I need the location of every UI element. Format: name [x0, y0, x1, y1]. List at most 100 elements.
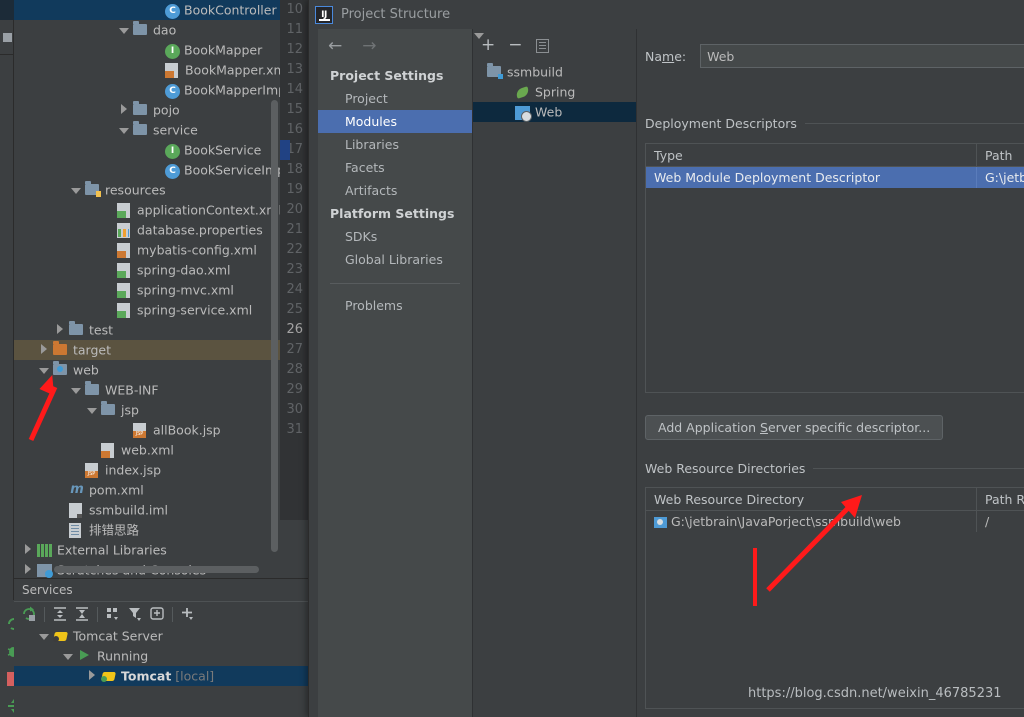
filter-icon[interactable]: [124, 604, 146, 624]
settings-nav-panel[interactable]: ← → Project Settings Project Modules Librar…: [318, 29, 473, 717]
expand-arrow-icon[interactable]: [86, 404, 97, 415]
expand-all-icon[interactable]: [49, 604, 71, 624]
collapse-arrow-icon[interactable]: [38, 344, 49, 355]
modules-toolbar[interactable]: + −: [473, 29, 636, 62]
expand-arrow-icon[interactable]: [62, 650, 73, 661]
project-tree-item[interactable]: mybatis-config.xml: [14, 240, 280, 260]
nav-history-buttons[interactable]: ← →: [318, 29, 472, 64]
project-tree-item[interactable]: spring-mvc.xml: [14, 280, 280, 300]
expand-arrow-icon[interactable]: [38, 630, 49, 641]
project-tree-item[interactable]: WEB-INF: [14, 380, 280, 400]
nav-item-project[interactable]: Project: [318, 87, 472, 110]
module-detail-panel: Name: Deployment Descriptors Type Path W…: [637, 29, 1024, 717]
project-tree-horizontal-scrollbar[interactable]: [54, 566, 259, 573]
table-row[interactable]: G:\jetbrain\JavaPorject\ssmbuild\web /: [646, 511, 1024, 532]
services-tree[interactable]: Tomcat Server Running Tomcat [local]: [14, 626, 308, 686]
nav-group-title: Project Settings: [330, 68, 444, 83]
nav-item-artifacts[interactable]: Artifacts: [318, 179, 472, 202]
project-tree-item[interactable]: test: [14, 320, 280, 340]
column-header-web-resource-directory[interactable]: Web Resource Directory: [646, 488, 976, 510]
modules-tree[interactable]: ssmbuild Spring Web: [473, 62, 636, 122]
rerun-icon[interactable]: [18, 604, 40, 624]
services-tool-window[interactable]: Services Tomcat Server Running Tomcat [l…: [14, 578, 308, 717]
project-tree-item[interactable]: resources: [14, 180, 280, 200]
services-tree-item[interactable]: Running: [14, 646, 308, 666]
column-header-path-relative[interactable]: Path Re: [976, 488, 1024, 510]
project-tree-item[interactable]: service: [14, 120, 280, 140]
add-service-icon[interactable]: [177, 604, 199, 624]
column-header-type[interactable]: Type: [646, 144, 976, 166]
project-tree-item[interactable]: ssmbuild.iml: [14, 500, 280, 520]
nav-item-sdks[interactable]: SDKs: [318, 225, 472, 248]
project-tree-item[interactable]: C BookServiceImpl: [14, 160, 280, 180]
copy-module-icon[interactable]: [535, 38, 549, 53]
module-tree-item[interactable]: Spring: [473, 82, 636, 102]
forward-arrow-icon[interactable]: →: [362, 38, 376, 55]
show-in-new-tab-icon[interactable]: [146, 604, 168, 624]
module-tree-item[interactable]: ssmbuild: [473, 62, 636, 82]
line-number: 25: [286, 302, 303, 317]
project-tool-window[interactable]: C BookController dao I BookMapper BookMapper.…: [14, 0, 280, 578]
nav-item-global-libraries[interactable]: Global Libraries: [318, 248, 472, 271]
project-tree-item[interactable]: allBook.jsp: [14, 420, 280, 440]
project-tree-item[interactable]: database.properties: [14, 220, 280, 240]
project-tree[interactable]: C BookController dao I BookMapper BookMapper.…: [14, 0, 280, 578]
structure-tool-icon[interactable]: [3, 33, 12, 42]
services-tree-item[interactable]: Tomcat Server: [14, 626, 308, 646]
project-tree-item[interactable]: dao: [14, 20, 280, 40]
column-header-path[interactable]: Path: [976, 144, 1024, 166]
project-tree-item[interactable]: target: [14, 340, 280, 360]
services-tree-item[interactable]: Tomcat [local]: [14, 666, 308, 686]
back-arrow-icon[interactable]: ←: [328, 38, 342, 55]
project-tree-item[interactable]: 排错思路: [14, 520, 280, 540]
services-toolbar[interactable]: [14, 601, 308, 626]
nav-item-libraries[interactable]: Libraries: [318, 133, 472, 156]
group-by-icon[interactable]: [102, 604, 124, 624]
settings-nav-list[interactable]: Project Settings Project Modules Libraries F…: [318, 64, 472, 271]
collapse-arrow-icon[interactable]: [54, 324, 65, 335]
project-tree-item[interactable]: applicationContext.xml: [14, 200, 280, 220]
project-tree-item[interactable]: m pom.xml: [14, 480, 280, 500]
project-tree-item[interactable]: C BookController: [14, 0, 280, 20]
project-structure-dialog[interactable]: IJ Project Structure ← → Project Setting…: [308, 0, 1024, 717]
project-tool-window-button[interactable]: [0, 0, 14, 20]
expand-arrow-icon[interactable]: [118, 124, 129, 135]
remove-module-button[interactable]: −: [508, 37, 522, 54]
project-tree-item-label: BookMapperImpl: [184, 82, 280, 98]
expand-arrow-icon[interactable]: [118, 24, 129, 35]
collapse-arrow-icon[interactable]: [86, 670, 97, 681]
project-tree-item[interactable]: web.xml: [14, 440, 280, 460]
project-tree-item[interactable]: External Libraries: [14, 540, 280, 560]
collapse-arrow-icon[interactable]: [22, 564, 33, 575]
project-tree-item[interactable]: spring-dao.xml: [14, 260, 280, 280]
expand-arrow-icon[interactable]: [70, 184, 81, 195]
nav-item-facets[interactable]: Facets: [318, 156, 472, 179]
deployment-descriptors-table[interactable]: Type Path Web Module Deployment Descript…: [645, 143, 1024, 393]
expand-arrow-icon[interactable]: [70, 384, 81, 395]
project-tree-item[interactable]: C BookMapperImpl: [14, 80, 280, 100]
module-tree-item[interactable]: Web: [473, 102, 636, 122]
project-tree-item[interactable]: spring-service.xml: [14, 300, 280, 320]
project-tree-item[interactable]: I BookMapper: [14, 40, 280, 60]
add-application-server-descriptor-button[interactable]: Add Application Server specific descript…: [645, 415, 944, 440]
project-tree-item[interactable]: I BookService: [14, 140, 280, 160]
add-module-button[interactable]: +: [481, 37, 495, 54]
project-tree-item[interactable]: pojo: [14, 100, 280, 120]
project-tree-item[interactable]: jsp: [14, 400, 280, 420]
expand-arrow-icon[interactable]: [38, 364, 49, 375]
collapse-arrow-icon[interactable]: [22, 544, 33, 555]
settings-nav-footer[interactable]: Problems: [318, 294, 472, 317]
project-tree-item[interactable]: index.jsp: [14, 460, 280, 480]
collapse-arrow-icon[interactable]: [118, 104, 129, 115]
add-descriptor-label: Add Application Server specific descript…: [658, 420, 931, 435]
project-tree-item[interactable]: BookMapper.xml: [14, 60, 280, 80]
module-name-input[interactable]: [700, 44, 1024, 68]
project-tree-item[interactable]: web: [14, 360, 280, 380]
collapse-all-icon[interactable]: [71, 604, 93, 624]
nav-item-problems[interactable]: Problems: [318, 294, 472, 317]
nav-item-modules[interactable]: Modules: [318, 110, 472, 133]
modules-panel[interactable]: + − ssmbuild Spring Web: [473, 29, 637, 717]
table-row[interactable]: Web Module Deployment Descriptor G:\jetb…: [646, 167, 1024, 188]
web-resource-directories-table[interactable]: Web Resource Directory Path Re G:\jetbra…: [645, 487, 1024, 709]
project-tree-vertical-scrollbar[interactable]: [271, 100, 278, 552]
